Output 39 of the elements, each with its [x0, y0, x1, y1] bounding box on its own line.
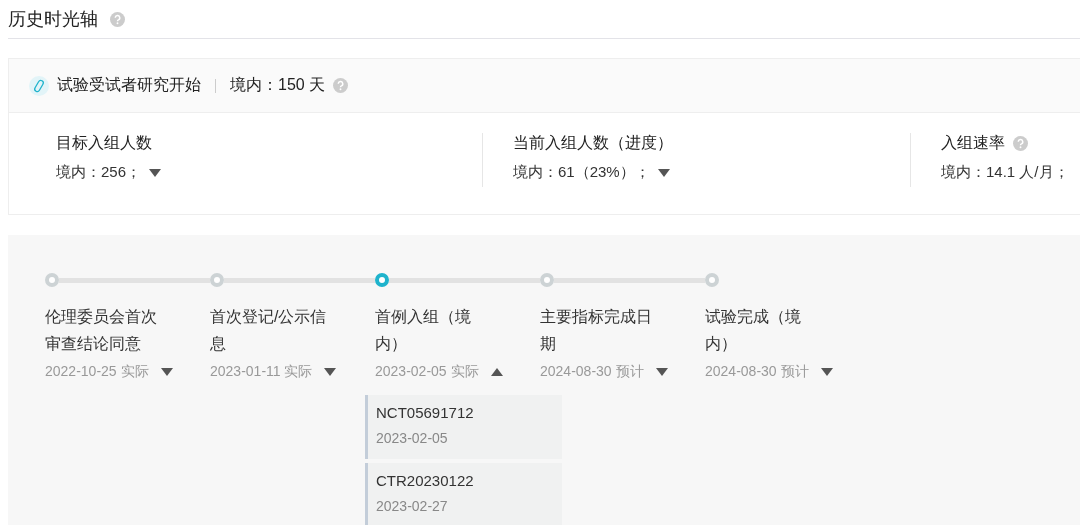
milestone-date: 2024-08-30 预计 — [540, 363, 644, 381]
milestone-title: 首次登记/公示信息 — [210, 307, 328, 354]
record-date: 2023-02-05 — [376, 430, 449, 446]
milestone-title: 首例入组（境内） — [375, 307, 472, 354]
caret-icon[interactable] — [657, 168, 670, 177]
stat-value: 境内：14.1 人/月； — [941, 163, 1069, 182]
pill-icon — [29, 75, 49, 96]
stat-label: 入组速率 — [941, 133, 1005, 153]
timeline-dot[interactable] — [210, 273, 224, 287]
record-id: CTR20230122 — [376, 472, 475, 489]
milestone-date: 2024-08-30 预计 — [705, 363, 809, 381]
stat-value: 境内：61（23%）； — [513, 163, 650, 182]
milestone-date: 2023-02-05 实际 — [375, 363, 479, 381]
record-date: 2023-02-27 — [376, 498, 449, 514]
caret-icon[interactable] — [820, 368, 833, 376]
caret-icon[interactable] — [149, 168, 162, 177]
milestone-date: 2022-10-25 实际 — [45, 363, 149, 381]
milestone-title: 伦理委员会首次审查结论同意 — [45, 307, 158, 354]
timeline-dot[interactable] — [540, 273, 554, 287]
help-icon[interactable] — [1013, 136, 1028, 151]
stat-label: 当前入组人数（进度） — [513, 133, 673, 153]
help-icon[interactable] — [110, 11, 125, 27]
timeline-dot[interactable] — [45, 273, 59, 287]
caret-icon[interactable] — [160, 368, 173, 376]
milestone-title: 试验完成（境内） — [705, 307, 802, 354]
stat-value: 境内：256； — [56, 163, 142, 182]
stat-label: 目标入组人数 — [56, 133, 152, 153]
timeline-dot[interactable] — [705, 273, 719, 287]
milestone-date: 2023-01-11 实际 — [210, 363, 313, 381]
timeline-dot[interactable] — [375, 273, 389, 287]
milestone-title: 主要指标完成日期 — [540, 307, 653, 354]
summary-value: 境内：150 天 — [230, 75, 326, 95]
help-icon[interactable] — [333, 78, 349, 93]
caret-icon[interactable] — [324, 368, 337, 376]
section-title: 历史时光轴 — [8, 8, 98, 31]
record-id: NCT05691712 — [376, 404, 475, 421]
caret-icon[interactable] — [655, 368, 668, 376]
caret-icon[interactable] — [490, 368, 503, 376]
summary-title: 试验受试者研究开始 — [57, 75, 201, 95]
